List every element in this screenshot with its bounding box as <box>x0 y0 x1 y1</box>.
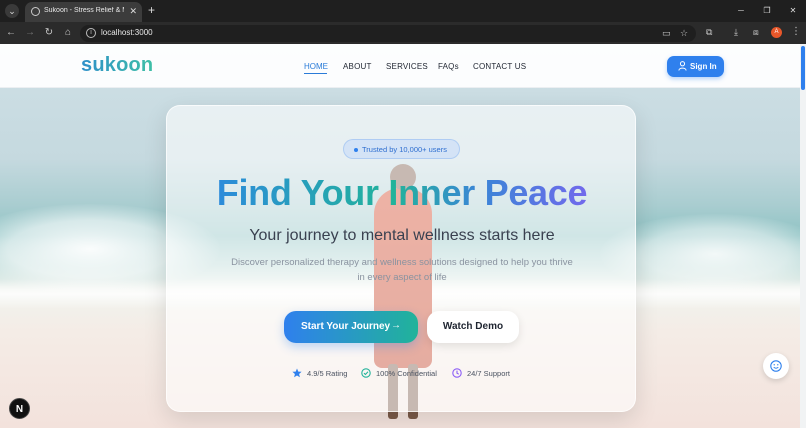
back-button[interactable]: ← <box>4 26 18 40</box>
nav-active-indicator <box>304 73 327 74</box>
page-viewport: sukoon HOME ABOUT SERVICES FAQs CONTACT … <box>0 44 806 428</box>
window-controls: ─ ❐ ✕ <box>728 0 806 22</box>
badge-dot-icon <box>354 148 358 152</box>
minimize-button[interactable]: ─ <box>728 0 754 22</box>
menu-icon[interactable]: ⋮ <box>791 26 801 37</box>
extensions-icon[interactable]: ⧉ <box>706 27 712 38</box>
url-text: localhost:3000 <box>101 28 153 37</box>
nav-faqs[interactable]: FAQs <box>438 62 459 71</box>
nextjs-dev-badge[interactable]: N <box>9 398 30 419</box>
stat-rating-label: 4.9/5 Rating <box>307 369 348 378</box>
site-info-icon[interactable]: i <box>86 28 96 38</box>
hero-subheadline: Your journey to mental wellness starts h… <box>249 227 555 244</box>
start-journey-button[interactable]: Start Your Journey → <box>284 311 418 343</box>
smile-icon <box>770 360 782 372</box>
nav-contact-us[interactable]: CONTACT US <box>473 62 526 71</box>
nav-about[interactable]: ABOUT <box>343 62 372 71</box>
nav-services[interactable]: SERVICES <box>386 62 428 71</box>
clock-icon <box>452 368 462 378</box>
tab-title: Sukoon - Stress Relief & Mental <box>44 7 124 14</box>
new-tab-button[interactable]: + <box>148 3 155 17</box>
scrollbar-thumb[interactable] <box>801 46 805 90</box>
page-scrollbar[interactable] <box>800 44 806 428</box>
stat-support-label: 24/7 Support <box>467 369 510 378</box>
close-icon[interactable]: ✕ <box>129 5 137 17</box>
tab-search-button[interactable]: ⌄ <box>5 4 19 18</box>
trust-badge-text: Trusted by 10,000+ users <box>362 145 447 154</box>
home-button[interactable]: ⌂ <box>61 26 75 40</box>
user-icon <box>678 61 687 71</box>
globe-icon <box>31 7 40 16</box>
hero-description: Discover personalized therapy and wellne… <box>231 257 573 283</box>
site-logo[interactable]: sukoon <box>81 54 153 77</box>
sign-in-button[interactable]: Sign In <box>667 56 724 77</box>
forward-button[interactable]: → <box>23 26 37 40</box>
trust-badge: Trusted by 10,000+ users <box>343 139 460 159</box>
hero-card: Trusted by 10,000+ users Find Your Inner… <box>166 105 636 412</box>
watch-demo-label: Watch Demo <box>442 321 504 332</box>
stat-confidential-label: 100% Confidential <box>376 369 437 378</box>
chat-widget-button[interactable] <box>763 353 789 379</box>
reload-button[interactable]: ↻ <box>42 26 56 40</box>
arrow-right-icon: → <box>391 320 401 331</box>
cast-icon[interactable]: ▭ <box>662 28 671 39</box>
sign-in-label: Sign In <box>690 62 717 71</box>
restore-button[interactable]: ❐ <box>754 0 780 22</box>
hero-headline: Find Your Inner Peace <box>167 172 637 214</box>
close-window-button[interactable]: ✕ <box>780 0 806 22</box>
browser-tab-bar: ⌄ Sukoon - Stress Relief & Mental ✕ + ─ … <box>0 0 806 22</box>
star-icon <box>292 368 302 378</box>
browser-toolbar: ← → ↻ ⌂ i localhost:3000 ▭ ☆ ⧉ ⤓ ⧈ A ⋮ <box>0 22 806 44</box>
check-circle-icon <box>361 368 371 378</box>
address-bar[interactable]: i localhost:3000 ▭ ☆ <box>80 25 696 42</box>
browser-tab[interactable]: Sukoon - Stress Relief & Mental ✕ <box>25 2 142 22</box>
nav-home[interactable]: HOME <box>304 62 328 71</box>
watch-demo-button[interactable]: Watch Demo <box>427 311 519 343</box>
profile-avatar[interactable]: A <box>771 27 782 38</box>
bookmark-star-icon[interactable]: ☆ <box>680 28 688 39</box>
start-journey-label: Start Your Journey <box>301 321 391 332</box>
tab-groups-icon[interactable]: ⧈ <box>753 27 759 38</box>
site-header: sukoon HOME ABOUT SERVICES FAQs CONTACT … <box>0 44 800 88</box>
download-icon[interactable]: ⤓ <box>734 27 738 38</box>
